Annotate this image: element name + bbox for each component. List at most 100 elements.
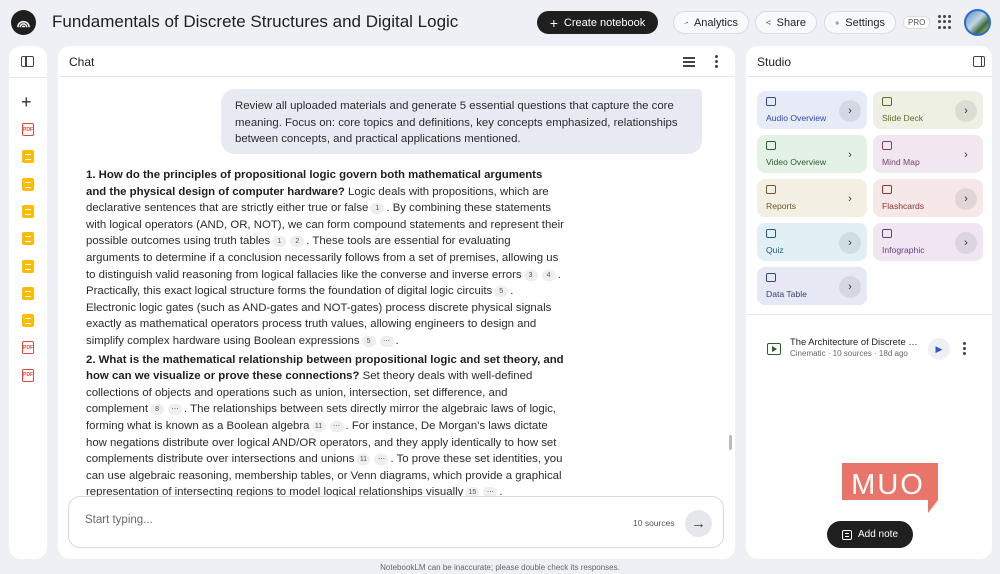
expand-sources-icon[interactable]: [21, 56, 34, 67]
studio-header: Studio: [746, 46, 992, 77]
citation-chip[interactable]: 8: [150, 404, 165, 416]
doc-source-icon[interactable]: [22, 259, 34, 273]
chevron-right-icon[interactable]: ›: [839, 232, 861, 254]
chevron-right-icon[interactable]: ›: [955, 232, 977, 254]
studio-tile-label: Reports: [766, 201, 797, 211]
citation-chip[interactable]: ⋯: [374, 454, 389, 466]
studio-tile-label: Flashcards: [882, 201, 925, 211]
gear-icon: [835, 20, 839, 25]
doc-source-icon[interactable]: [22, 232, 34, 246]
flashcards-icon: [882, 185, 892, 194]
chat-input[interactable]: [85, 514, 585, 526]
studio-tile-flashcards[interactable]: Flashcards ›: [873, 179, 983, 217]
source-count: 10 sources: [633, 518, 675, 528]
svg-text:MUO: MUO: [851, 469, 925, 501]
doc-source-icon[interactable]: [22, 204, 34, 218]
play-icon[interactable]: ▶: [928, 338, 950, 360]
collapse-studio-icon[interactable]: [973, 56, 985, 67]
citation-chip[interactable]: 4: [541, 269, 556, 281]
analytics-label: Analytics: [693, 16, 738, 29]
chat-title: Chat: [69, 55, 95, 69]
apps-grid-icon[interactable]: [938, 15, 952, 29]
studio-artifact-item[interactable]: The Architecture of Discrete Structures …: [746, 329, 992, 369]
chevron-right-icon[interactable]: ›: [955, 100, 977, 122]
send-button[interactable]: →: [685, 510, 712, 537]
citation-chip[interactable]: 3: [523, 269, 538, 281]
studio-tile-data-table[interactable]: Data Table ›: [757, 267, 867, 305]
user-message: Review all uploaded materials and genera…: [221, 89, 702, 154]
chevron-right-icon[interactable]: ›: [955, 188, 977, 210]
studio-tile-mind-map[interactable]: Mind Map ›: [873, 135, 983, 173]
assistant-answer: 1. How do the principles of propositiona…: [86, 167, 564, 497]
note-icon: [841, 529, 852, 540]
infographic-icon: [882, 229, 892, 238]
pro-badge: PRO: [903, 16, 931, 29]
arrow-right-icon: →: [691, 515, 706, 532]
citation-chip[interactable]: 2: [290, 236, 305, 248]
add-note-label: Add note: [857, 529, 899, 540]
top-bar: Fundamentals of Discrete Structures and …: [0, 0, 1000, 44]
settings-button[interactable]: Settings: [824, 11, 896, 34]
pdf-source-icon[interactable]: PDF: [22, 123, 34, 136]
citation-chip[interactable]: ⋯: [168, 404, 183, 416]
answer-paragraph: 2. What is the mathematical relationship…: [86, 352, 564, 497]
chevron-right-icon[interactable]: ›: [839, 100, 861, 122]
quiz-icon: [766, 229, 776, 238]
doc-source-icon[interactable]: [22, 314, 34, 328]
create-notebook-label: Create notebook: [563, 16, 646, 29]
slides-icon: [882, 97, 892, 106]
studio-tile-reports[interactable]: Reports ›: [757, 179, 867, 217]
share-button[interactable]: Share: [755, 11, 817, 34]
studio-tile-quiz[interactable]: Quiz ›: [757, 223, 867, 261]
tune-icon[interactable]: [683, 55, 695, 67]
doc-source-icon[interactable]: [22, 150, 34, 164]
audio-icon: [766, 97, 776, 106]
citation-chip[interactable]: 5: [361, 335, 376, 347]
studio-tile-audio-overview[interactable]: Audio Overview ›: [757, 91, 867, 129]
studio-tile-infographic[interactable]: Infographic ›: [873, 223, 983, 261]
notebook-title[interactable]: Fundamentals of Discrete Structures and …: [52, 12, 458, 32]
studio-tile-label: Video Overview: [766, 157, 827, 167]
artifact-title: The Architecture of Discrete Structures: [790, 336, 921, 347]
artifact-meta: Cinematic · 10 sources · 18d ago: [790, 349, 908, 358]
citation-chip[interactable]: 11: [356, 454, 371, 466]
muo-watermark-logo: MUO: [842, 463, 938, 513]
add-source-icon[interactable]: +: [21, 93, 32, 111]
answer-text: .: [395, 334, 399, 347]
chat-scrollbar[interactable]: [729, 435, 732, 450]
pdf-source-icon[interactable]: PDF: [22, 368, 34, 382]
studio-tile-label: Slide Deck: [882, 113, 924, 123]
citation-chip[interactable]: ⋯: [329, 420, 344, 432]
studio-tile-video-overview[interactable]: Video Overview ›: [757, 135, 867, 173]
citation-chip[interactable]: 11: [311, 420, 326, 432]
citation-chip[interactable]: 1: [370, 203, 385, 215]
studio-tile-label: Audio Overview: [766, 113, 827, 123]
citation-chip[interactable]: 1: [272, 236, 287, 248]
answer-paragraph: 1. How do the principles of propositiona…: [86, 167, 564, 350]
reports-icon: [766, 185, 776, 194]
plus-icon: +: [549, 14, 558, 31]
artifact-more-icon[interactable]: [963, 342, 966, 355]
create-notebook-button[interactable]: + Create notebook: [537, 11, 658, 34]
doc-source-icon[interactable]: [22, 286, 34, 300]
chat-panel: Chat Review all uploaded materials and g…: [58, 46, 735, 559]
notebooklm-logo-icon[interactable]: [11, 10, 36, 35]
studio-tile-label: Quiz: [766, 245, 784, 255]
share-label: Share: [776, 16, 806, 29]
add-note-button[interactable]: Add note: [827, 521, 913, 548]
citation-chip[interactable]: ⋯: [379, 335, 394, 347]
citation-chip[interactable]: 5: [494, 286, 509, 298]
chevron-right-icon[interactable]: ›: [839, 188, 861, 210]
chat-more-icon[interactable]: [715, 55, 718, 68]
chevron-right-icon[interactable]: ›: [839, 276, 861, 298]
chevron-right-icon[interactable]: ›: [839, 144, 861, 166]
table-icon: [766, 273, 776, 282]
pdf-source-icon[interactable]: PDF: [22, 341, 34, 355]
doc-source-icon[interactable]: [22, 177, 34, 191]
disclaimer: NotebookLM can be inaccurate; please dou…: [380, 563, 620, 572]
studio-tile-label: Mind Map: [882, 157, 920, 167]
avatar[interactable]: [964, 9, 991, 36]
chevron-right-icon[interactable]: ›: [955, 144, 977, 166]
studio-tile-slide-deck[interactable]: Slide Deck ›: [873, 91, 983, 129]
analytics-button[interactable]: Analytics: [673, 11, 749, 34]
